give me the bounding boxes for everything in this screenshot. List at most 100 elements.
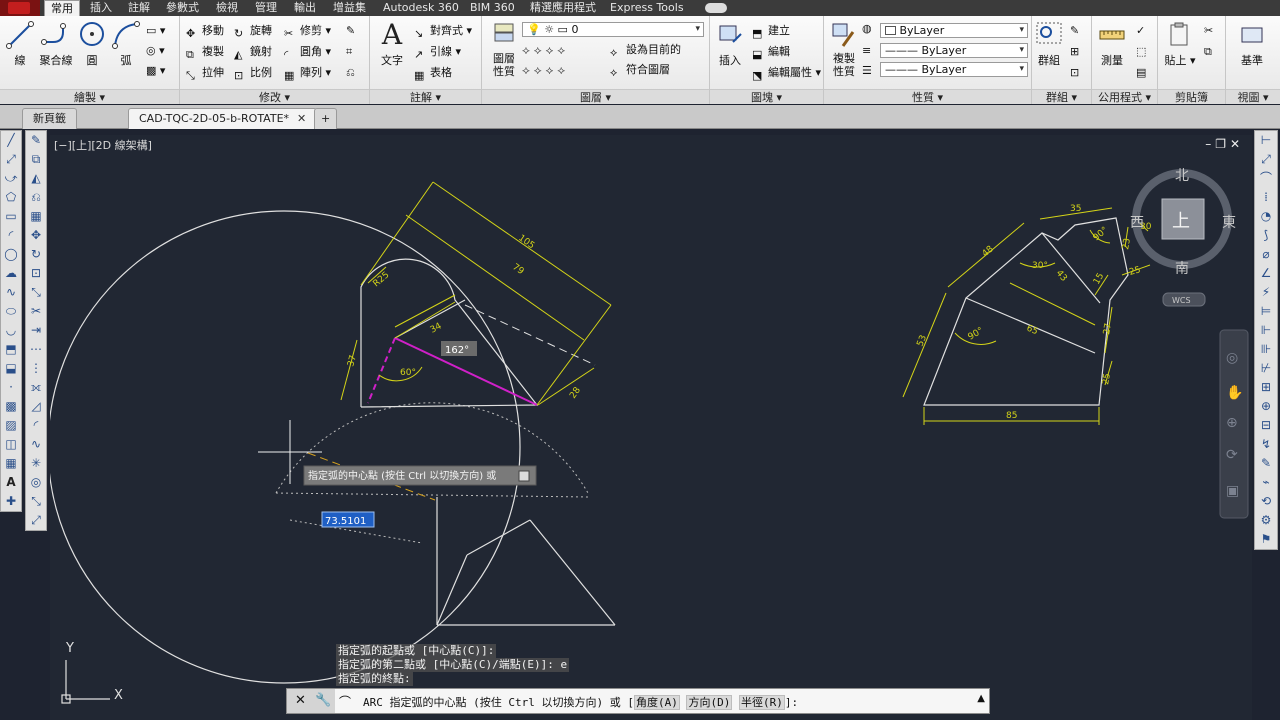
array-tool-icon[interactable]: ▦ <box>26 207 46 226</box>
tab-annotate[interactable]: 註解 <box>122 0 156 16</box>
erase-tool-icon[interactable]: ✎ <box>26 131 46 150</box>
group-select-icon[interactable]: ⊡ <box>1070 64 1079 82</box>
scale-button[interactable]: ⊡ 比例 <box>234 64 272 82</box>
panel-title-clipboard[interactable]: 剪貼簿 <box>1158 89 1225 104</box>
stretch-tool-icon[interactable]: ⤡ <box>26 283 46 302</box>
baseline-dim-icon[interactable]: ⊨ <box>1256 302 1276 321</box>
hatch-tool-icon[interactable]: ▩ <box>1 397 21 416</box>
compass-west[interactable]: 西 <box>1130 215 1144 231</box>
zoom-icon[interactable]: ⊕ <box>1226 415 1238 431</box>
quick-select-icon[interactable]: ✓ <box>1136 22 1145 40</box>
base-view-button[interactable]: 基準 <box>1234 20 1270 68</box>
polyline-button[interactable]: 聚合線 <box>38 20 74 68</box>
mtext-tool-icon[interactable]: A <box>1 473 21 492</box>
join-tool-icon[interactable]: ⟗ <box>26 378 46 397</box>
copy-clip-icon[interactable]: ⧉ <box>1204 43 1212 61</box>
mirror-tool-icon[interactable]: ◭ <box>26 169 46 188</box>
tab-output[interactable]: 輸出 <box>288 0 322 16</box>
revcloud-tool-icon[interactable]: ☁ <box>1 264 21 283</box>
ellipse-icon[interactable]: ◎ ▾ <box>146 42 165 60</box>
snap-tool-3-icon[interactable]: ⤢ <box>26 511 46 530</box>
calculator-icon[interactable]: ▤ <box>1136 64 1146 82</box>
edit-block-button[interactable]: ⬓ 編輯 <box>752 43 790 61</box>
tab-addins[interactable]: 增益集 <box>327 0 372 16</box>
panel-title-groups[interactable]: 群組 ▾ <box>1032 89 1091 104</box>
tab-featured-apps[interactable]: 精選應用程式 <box>524 0 602 16</box>
tab-manage[interactable]: 管理 <box>249 0 283 16</box>
tab-current-drawing[interactable]: CAD-TQC-2D-05-b-ROTATE* ✕ <box>128 108 318 129</box>
new-tab-button[interactable]: + <box>314 108 338 129</box>
explode-icon[interactable]: ⌗ <box>346 43 352 61</box>
ordinate-dim-icon[interactable]: ⁞ <box>1256 188 1276 207</box>
tolerance-icon[interactable]: ⊞ <box>1256 378 1276 397</box>
cut-icon[interactable]: ✂ <box>1204 22 1213 40</box>
rectangle-icon[interactable]: ▭ ▾ <box>146 22 165 40</box>
match-layer-button[interactable]: ⟡ 符合圖層 <box>610 61 670 79</box>
orbit-icon[interactable]: ⟳ <box>1226 447 1238 463</box>
pan-icon[interactable]: ✋ <box>1226 384 1243 401</box>
insert-block-tool-icon[interactable]: ⬒ <box>1 340 21 359</box>
chamfer-tool-icon[interactable]: ◿ <box>26 397 46 416</box>
edit-attribute-button[interactable]: ⬔ 編輯屬性 ▾ <box>752 64 821 82</box>
center-mark-icon[interactable]: ⊕ <box>1256 397 1276 416</box>
layer-properties-button[interactable]: 圖層 性質 <box>484 20 524 78</box>
linetype-dropdown[interactable]: ——— ByLayer <box>880 43 1028 58</box>
tab-insert[interactable]: 插入 <box>84 0 118 16</box>
radius-dim-icon[interactable]: ◔ <box>1256 207 1276 226</box>
dim-update-icon[interactable]: ⟲ <box>1256 492 1276 511</box>
command-customize-icon[interactable]: 🔧 <box>315 693 331 708</box>
dim-style-2-icon[interactable]: ⚑ <box>1256 530 1276 549</box>
stretch-button[interactable]: ⤡ 拉伸 <box>186 64 224 82</box>
layer-tools-row-2[interactable]: ⟡ ⟡ ⟡ ⟡ <box>522 61 565 79</box>
quick-dim-icon[interactable]: ⚡ <box>1256 283 1276 302</box>
gradient-tool-icon[interactable]: ▨ <box>1 416 21 435</box>
text-button[interactable]: A 文字 <box>374 20 410 68</box>
tab-bim360[interactable]: BIM 360 <box>464 0 521 16</box>
group-edit-icon[interactable]: ⊞ <box>1070 43 1079 61</box>
extend-tool-icon[interactable]: ⇥ <box>26 321 46 340</box>
make-block-tool-icon[interactable]: ⬓ <box>1 359 21 378</box>
close-tab-icon[interactable]: ✕ <box>297 112 306 125</box>
copy-tool-icon[interactable]: ⧉ <box>26 150 46 169</box>
tooltip-options-icon[interactable] <box>518 470 530 482</box>
dim-style-icon[interactable]: ⚙ <box>1256 511 1276 530</box>
snap-tool-2-icon[interactable]: ⤡ <box>26 492 46 511</box>
explode-tool-icon[interactable]: ✳ <box>26 454 46 473</box>
tab-autodesk360[interactable]: Autodesk 360 <box>377 0 465 16</box>
diameter-dim-icon[interactable]: ⌀ <box>1256 245 1276 264</box>
fillet-button[interactable]: ◜ 圓角 ▾ <box>284 43 331 61</box>
offset-tool-icon[interactable]: ⎌ <box>26 188 46 207</box>
dim-text-edit-icon[interactable]: ⌁ <box>1256 473 1276 492</box>
command-line[interactable]: ✕ 🔧 ⌒ ARC 指定弧的中心點 (按住 Ctrl 以切換方向) 或 [角度(… <box>286 688 990 714</box>
tab-parametric[interactable]: 參數式 <box>160 0 205 16</box>
option-angle[interactable]: 角度(A) <box>633 695 680 710</box>
panel-title-block[interactable]: 圖塊 ▾ <box>710 89 823 104</box>
tab-express-tools[interactable]: Express Tools <box>604 0 690 16</box>
match-properties-button[interactable]: 複製 性質 <box>826 20 862 78</box>
table-button[interactable]: ▦ 表格 <box>414 64 452 82</box>
trim-button[interactable]: ✂ 修剪 ▾ <box>284 22 331 40</box>
tab-new-page[interactable]: 新頁籤 <box>22 108 77 129</box>
measure-button[interactable]: 測量 <box>1094 20 1130 68</box>
jogged-linear-icon[interactable]: ↯ <box>1256 435 1276 454</box>
table-tool-icon[interactable]: ▦ <box>1 454 21 473</box>
dim-break-icon[interactable]: ⊬ <box>1256 359 1276 378</box>
compass-north[interactable]: 北 <box>1175 168 1189 184</box>
leader-button[interactable]: ↗ 引線 ▾ <box>414 43 461 61</box>
application-menu-button[interactable] <box>0 0 40 16</box>
erase-icon[interactable]: ✎ <box>346 22 355 40</box>
arc-button[interactable]: 弧 <box>108 20 144 68</box>
region-tool-icon[interactable]: ◫ <box>1 435 21 454</box>
group-button[interactable]: 群組 <box>1032 20 1066 68</box>
inspect-icon[interactable]: ⊟ <box>1256 416 1276 435</box>
select-all-icon[interactable]: ⬚ <box>1136 43 1146 61</box>
trim-tool-icon[interactable]: ✂ <box>26 302 46 321</box>
polygon-tool-icon[interactable]: ⬠ <box>1 188 21 207</box>
dim-space-icon[interactable]: ⊪ <box>1256 340 1276 359</box>
move-tool-icon[interactable]: ✥ <box>26 226 46 245</box>
panel-title-annotation[interactable]: 註解 ▾ <box>370 89 481 104</box>
mirror-button[interactable]: ◭ 鏡射 <box>234 43 272 61</box>
rotate-button[interactable]: ↻ 旋轉 <box>234 22 272 40</box>
panel-title-utilities[interactable]: 公用程式 ▾ <box>1092 89 1157 104</box>
wcs-label[interactable]: WCS <box>1172 296 1191 305</box>
